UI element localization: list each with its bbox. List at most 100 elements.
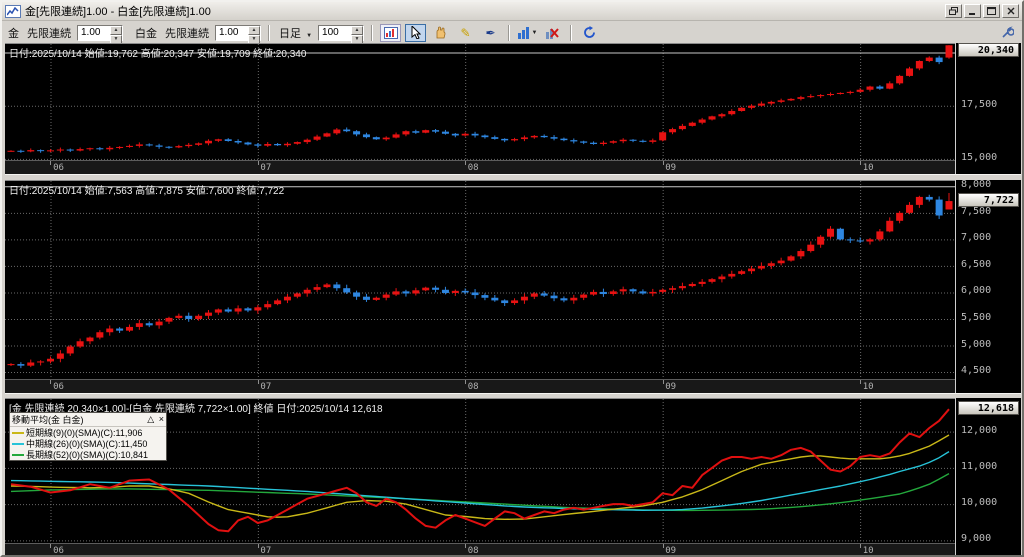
spread-chart-plot[interactable]: [金 先限連続 20,340×1.00]-[白金 先限連続 7,722×1.00…: [5, 398, 955, 544]
x-axis-label: 06: [53, 163, 64, 173]
timeframe-dropdown[interactable]: 日足 ▼: [279, 25, 312, 41]
up-candle: [313, 287, 321, 290]
up-candle: [195, 143, 203, 145]
platinum-chart-plot[interactable]: 日付:2025/10/14 始値:7,563 高値:7,875 安値:7,600…: [5, 180, 955, 380]
down-candle: [333, 284, 341, 289]
bar-count-spinner: 100 ▲ ▼: [318, 24, 365, 44]
up-candle: [333, 129, 341, 134]
x-axis-tick: [50, 161, 52, 165]
spin-up-icon[interactable]: ▲: [248, 25, 260, 35]
y-axis-label: 6,500: [961, 258, 992, 270]
down-candle: [441, 289, 449, 293]
bar-chart-icon: [517, 26, 529, 39]
down-candle: [441, 131, 449, 134]
spread-price-axis[interactable]: 12,000 11,000 10,000 9,000 12,618: [955, 398, 1021, 555]
down-candle: [145, 144, 153, 146]
up-candle: [649, 291, 657, 294]
chart-app-icon: [5, 4, 21, 18]
up-candle: [698, 119, 706, 123]
down-candle: [560, 298, 568, 301]
spin-up-icon[interactable]: ▲: [351, 25, 364, 35]
platinum-price-axis[interactable]: 8,000 7,500 7,000 6,500 6,000 5,500 5,000 4,500…: [955, 179, 1021, 393]
current-price-badge: 7,722: [958, 193, 1019, 208]
up-candle: [906, 204, 914, 213]
chart-region: 日付:2025/10/14 始値:19,762 高値:20,347 安値:19,…: [5, 43, 1021, 556]
gold-multiplier-spinner: 1.00 ▲ ▼: [77, 24, 123, 44]
maximize-button[interactable]: [983, 4, 1000, 18]
up-candle: [323, 133, 331, 137]
up-candle: [836, 92, 844, 94]
up-candle: [748, 268, 756, 272]
y-axis-label: 11,000: [961, 460, 998, 472]
gold-chart-plot[interactable]: 日付:2025/10/14 始値:19,762 高値:20,347 安値:19,…: [5, 43, 955, 161]
new-window-button[interactable]: [945, 4, 962, 18]
pen-tool-button[interactable]: ✒: [480, 24, 501, 42]
up-candle: [748, 105, 756, 108]
up-candle: [86, 337, 94, 342]
bar-count-input[interactable]: 100: [319, 25, 352, 40]
legend-item-long-ma: 長期線(52)(0)(SMA)(C):10,841: [10, 449, 166, 460]
platinum-label: 白金: [135, 27, 157, 40]
down-candle: [876, 86, 884, 89]
x-axis-label: 08: [467, 163, 479, 173]
gold-multiplier-input[interactable]: 1.00: [78, 25, 110, 40]
legend-collapse-button[interactable]: △: [147, 414, 154, 424]
up-candle: [175, 146, 183, 148]
up-candle: [738, 271, 746, 274]
chart-type-button[interactable]: ▼: [517, 24, 538, 42]
up-candle: [728, 273, 736, 277]
up-candle: [807, 96, 815, 98]
legend-close-button[interactable]: ×: [159, 414, 164, 424]
down-candle: [491, 297, 499, 301]
titlebar[interactable]: 金[先限連続]1.00 - 白金[先限連続]1.00: [2, 2, 1022, 21]
y-axis-label: 7,000: [961, 232, 992, 244]
down-candle: [461, 290, 469, 293]
x-axis-label: 10: [862, 163, 874, 173]
range-select-button[interactable]: [380, 23, 402, 42]
platinum-multiplier-input[interactable]: 1.00: [216, 25, 248, 40]
pencil-tool-button[interactable]: ✎: [455, 24, 476, 42]
platinum-candlestick-plot[interactable]: [5, 181, 955, 380]
down-candle: [362, 134, 370, 138]
close-icon[interactable]: [1002, 4, 1019, 18]
refresh-button[interactable]: [579, 24, 600, 42]
minimize-button[interactable]: [964, 4, 981, 18]
x-axis-label: 08: [467, 546, 479, 556]
platinum-date-axis: 06 07 08 09 10: [5, 379, 955, 393]
up-candle: [787, 256, 795, 261]
spin-up-icon[interactable]: ▲: [110, 25, 122, 35]
up-candle: [797, 251, 805, 257]
gold-candlestick-plot[interactable]: [5, 44, 955, 161]
ma-legend-title: 移動平均(金 白金): [12, 415, 84, 425]
down-candle: [17, 150, 25, 152]
gold-price-axis[interactable]: 17,500 15,000 20,340: [955, 43, 1021, 174]
x-axis-tick: [50, 544, 52, 548]
up-candle: [7, 364, 15, 366]
down-candle: [550, 295, 558, 299]
up-candle: [777, 260, 785, 264]
settings-button[interactable]: [997, 24, 1018, 42]
down-candle: [836, 228, 844, 240]
down-candle: [501, 138, 509, 141]
up-candle: [619, 139, 627, 142]
down-candle: [234, 141, 242, 143]
up-candle: [530, 293, 538, 297]
up-candle: [392, 134, 400, 138]
cursor-tool-button[interactable]: [405, 23, 427, 42]
platinum-series-label: 先限連続: [165, 27, 209, 40]
down-candle: [185, 315, 193, 319]
up-candle: [37, 361, 45, 363]
up-candle: [264, 143, 272, 146]
up-candle: [580, 294, 588, 298]
pan-tool-button[interactable]: [430, 24, 451, 42]
delete-chart-button[interactable]: [542, 24, 563, 42]
down-candle: [37, 150, 45, 152]
up-candle: [757, 103, 765, 106]
down-candle: [925, 196, 933, 200]
up-candle: [274, 300, 282, 305]
up-candle: [827, 228, 835, 237]
up-candle: [56, 353, 64, 359]
up-candle: [372, 297, 380, 300]
down-candle: [402, 291, 410, 294]
down-candle: [570, 140, 578, 142]
